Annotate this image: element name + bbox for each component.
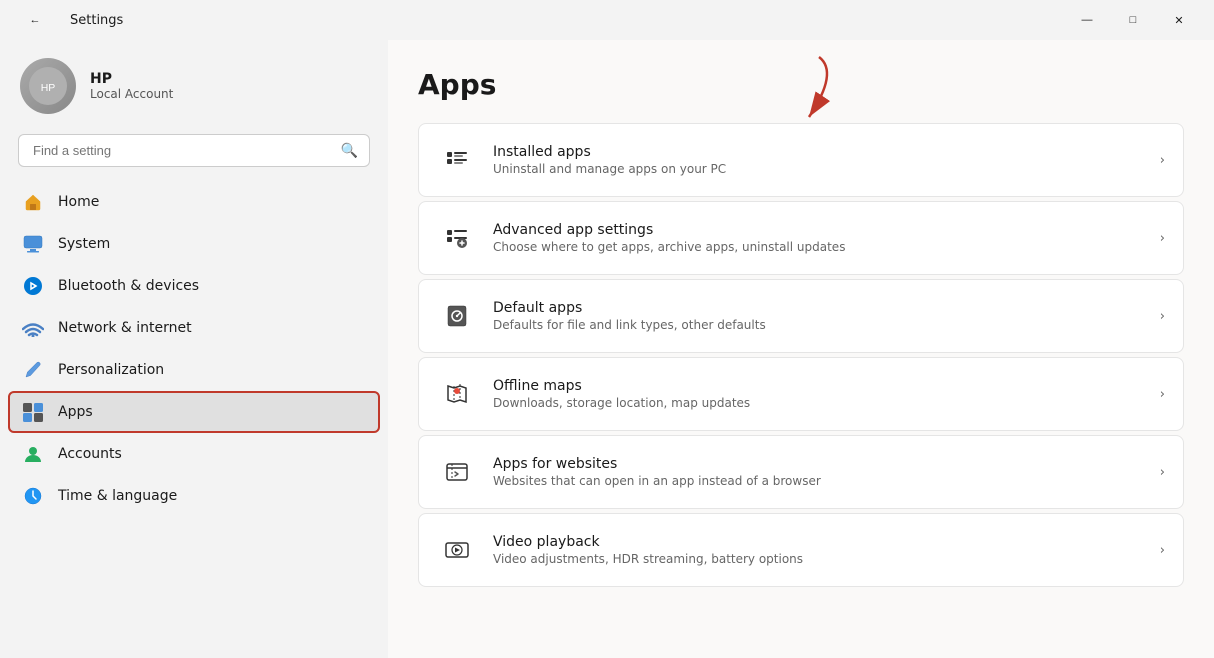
- settings-item-default-apps[interactable]: Default apps Defaults for file and link t…: [418, 279, 1184, 353]
- video-playback-text: Video playback Video adjustments, HDR str…: [493, 534, 1150, 566]
- network-icon: [22, 317, 44, 339]
- search-input[interactable]: [18, 134, 370, 167]
- close-button[interactable]: ✕: [1156, 4, 1202, 36]
- offline-maps-label: Offline maps: [493, 378, 1150, 394]
- sidebar-item-network[interactable]: Network & internet: [8, 307, 380, 349]
- sidebar-item-label-network: Network & internet: [58, 320, 192, 336]
- svg-text:HP: HP: [41, 83, 56, 94]
- maximize-button[interactable]: □: [1110, 4, 1156, 36]
- settings-item-advanced-app-settings[interactable]: Advanced app settings Choose where to get…: [418, 201, 1184, 275]
- sidebar-item-label-home: Home: [58, 194, 99, 210]
- default-apps-icon: [437, 296, 477, 336]
- sidebar-item-label-bluetooth: Bluetooth & devices: [58, 278, 199, 294]
- default-apps-text: Default apps Defaults for file and link t…: [493, 300, 1150, 332]
- offline-maps-icon: [437, 374, 477, 414]
- back-button[interactable]: ←: [12, 4, 58, 36]
- app-title: Settings: [70, 13, 123, 28]
- bluetooth-icon: [22, 275, 44, 297]
- sidebar: HP HP Local Account 🔍 Home System Bluetoot…: [0, 40, 388, 658]
- page-title: Apps: [418, 68, 1184, 101]
- advanced-app-settings-desc: Choose where to get apps, archive apps, …: [493, 240, 1150, 254]
- title-bar-left: ← Settings: [12, 4, 123, 36]
- main-content: Apps Installed apps Uninstall and manage …: [388, 40, 1214, 658]
- sidebar-item-label-personalization: Personalization: [58, 362, 164, 378]
- apps-icon: [22, 401, 44, 423]
- search-icon: 🔍: [341, 143, 358, 159]
- sidebar-item-apps[interactable]: Apps: [8, 391, 380, 433]
- nav-list: Home System Bluetooth & devices Network & i…: [0, 181, 388, 517]
- avatar: HP: [20, 58, 76, 114]
- installed-apps-chevron: ›: [1160, 153, 1165, 168]
- advanced-app-settings-chevron: ›: [1160, 231, 1165, 246]
- default-apps-desc: Defaults for file and link types, other …: [493, 318, 1150, 332]
- sidebar-item-label-accounts: Accounts: [58, 446, 122, 462]
- sidebar-item-label-apps: Apps: [58, 404, 93, 420]
- title-bar: ← Settings — □ ✕: [0, 0, 1214, 40]
- advanced-app-settings-label: Advanced app settings: [493, 222, 1150, 238]
- video-playback-chevron: ›: [1160, 543, 1165, 558]
- video-playback-desc: Video adjustments, HDR streaming, batter…: [493, 552, 1150, 566]
- settings-item-apps-for-websites[interactable]: Apps for websites Websites that can open …: [418, 435, 1184, 509]
- sidebar-item-system[interactable]: System: [8, 223, 380, 265]
- time-icon: [22, 485, 44, 507]
- sidebar-item-home[interactable]: Home: [8, 181, 380, 223]
- offline-maps-chevron: ›: [1160, 387, 1165, 402]
- sidebar-item-personalization[interactable]: Personalization: [8, 349, 380, 391]
- apps-for-websites-icon: [437, 452, 477, 492]
- advanced-app-settings-text: Advanced app settings Choose where to get…: [493, 222, 1150, 254]
- sidebar-item-label-time: Time & language: [58, 488, 177, 504]
- window-controls: — □ ✕: [1064, 4, 1202, 36]
- installed-apps-icon: [437, 140, 477, 180]
- minimize-button[interactable]: —: [1064, 4, 1110, 36]
- sidebar-item-bluetooth[interactable]: Bluetooth & devices: [8, 265, 380, 307]
- offline-maps-desc: Downloads, storage location, map updates: [493, 396, 1150, 410]
- sidebar-item-time[interactable]: Time & language: [8, 475, 380, 517]
- settings-item-installed-apps[interactable]: Installed apps Uninstall and manage apps …: [418, 123, 1184, 197]
- apps-for-websites-desc: Websites that can open in an app instead…: [493, 474, 1150, 488]
- offline-maps-text: Offline maps Downloads, storage location,…: [493, 378, 1150, 410]
- search-box[interactable]: 🔍: [18, 134, 370, 167]
- personalization-icon: [22, 359, 44, 381]
- apps-for-websites-label: Apps for websites: [493, 456, 1150, 472]
- default-apps-label: Default apps: [493, 300, 1150, 316]
- sidebar-item-accounts[interactable]: Accounts: [8, 433, 380, 475]
- sidebar-item-label-system: System: [58, 236, 110, 252]
- advanced-app-settings-icon: [437, 218, 477, 258]
- video-playback-label: Video playback: [493, 534, 1150, 550]
- settings-list: Installed apps Uninstall and manage apps …: [418, 123, 1184, 591]
- settings-item-offline-maps[interactable]: Offline maps Downloads, storage location,…: [418, 357, 1184, 431]
- installed-apps-desc: Uninstall and manage apps on your PC: [493, 162, 1150, 176]
- installed-apps-label: Installed apps: [493, 144, 1150, 160]
- video-playback-icon: [437, 530, 477, 570]
- user-section[interactable]: HP HP Local Account: [0, 40, 388, 128]
- home-icon: [22, 191, 44, 213]
- avatar-image: HP: [20, 58, 76, 114]
- user-info: HP Local Account: [90, 71, 173, 101]
- system-icon: [22, 233, 44, 255]
- default-apps-chevron: ›: [1160, 309, 1165, 324]
- accounts-icon: [22, 443, 44, 465]
- app-content: HP HP Local Account 🔍 Home System Bluetoot…: [0, 40, 1214, 658]
- user-sub: Local Account: [90, 87, 173, 101]
- apps-for-websites-text: Apps for websites Websites that can open …: [493, 456, 1150, 488]
- apps-for-websites-chevron: ›: [1160, 465, 1165, 480]
- settings-item-video-playback[interactable]: Video playback Video adjustments, HDR str…: [418, 513, 1184, 587]
- installed-apps-text: Installed apps Uninstall and manage apps …: [493, 144, 1150, 176]
- user-name: HP: [90, 71, 173, 87]
